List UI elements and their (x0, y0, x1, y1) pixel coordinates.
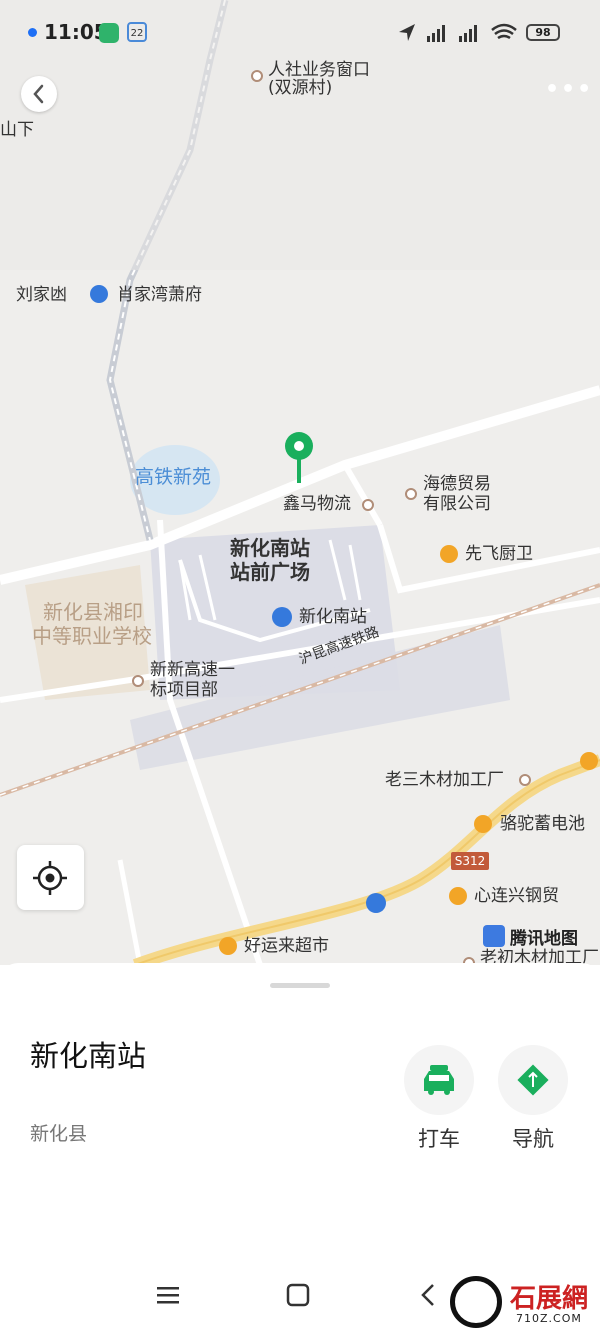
poi-label[interactable]: 老三木材加工厂 (385, 770, 504, 790)
crosshair-icon (33, 861, 67, 895)
calendar-icon: 22 (127, 22, 147, 42)
home-square-icon (286, 1283, 310, 1307)
poi-label[interactable]: 肖家湾萧府 (117, 285, 202, 305)
battery-indicator: 98 (526, 24, 560, 41)
menu-icon (157, 1287, 179, 1304)
poi-label[interactable]: 人社业务窗口 (268, 60, 370, 80)
shop-icon[interactable] (474, 815, 492, 833)
poi-label[interactable]: 鑫马物流 (283, 494, 351, 514)
area-label: 中等职业学校 (32, 624, 152, 648)
poi-label[interactable]: 新化南站 (299, 607, 367, 627)
poi-label[interactable]: 海德贸易 (423, 474, 491, 494)
seal-icon (450, 1276, 502, 1328)
signal-wifi-icons (399, 23, 517, 42)
shop-icon[interactable] (449, 887, 467, 905)
home-icon[interactable] (90, 285, 108, 303)
notification-dot (28, 28, 37, 37)
navigate-button[interactable]: 导航 (496, 1045, 570, 1153)
poi-label[interactable]: 标项目部 (150, 680, 218, 700)
poi-label[interactable]: 新新高速一 (150, 660, 235, 680)
back-arrow-icon (421, 1284, 434, 1306)
poi-label[interactable]: (双源村) (268, 78, 332, 98)
shop-icon[interactable] (219, 937, 237, 955)
place-address: 新化县 (30, 1123, 88, 1145)
road-shield-badge: S312 (451, 852, 489, 870)
shop-icon[interactable] (580, 752, 598, 770)
poi-label[interactable]: 心连兴钢贸 (474, 886, 559, 906)
drag-handle[interactable] (270, 983, 330, 988)
watermark-url: 710Z.COM (516, 1312, 582, 1325)
more-options-button[interactable]: ••• (545, 79, 591, 104)
area-label: 新化县湘印 (43, 600, 143, 624)
place-label: 刘家凼 (16, 285, 67, 305)
poi-marker[interactable] (132, 675, 144, 687)
taxi-icon (404, 1045, 474, 1115)
security-shield-icon (99, 23, 119, 43)
map-brand: 腾讯地图 (510, 929, 578, 949)
poi-marker[interactable] (251, 70, 263, 82)
poi-marker[interactable] (405, 488, 417, 500)
poi-label[interactable]: 骆驼蓄电池 (500, 814, 585, 834)
status-bar: 11:05 22 98 (0, 0, 600, 64)
poi-marker[interactable] (362, 499, 374, 511)
area-label: 高铁新苑 (135, 466, 212, 488)
poi-label[interactable]: 好运来超市 (244, 936, 329, 956)
place-label: 山下 (0, 120, 34, 140)
poi-label[interactable]: 先飞厨卫 (465, 544, 533, 564)
chevron-left-icon (33, 84, 44, 104)
poi-marker[interactable] (519, 774, 531, 786)
back-button[interactable] (21, 76, 57, 112)
taxi-button[interactable]: 打车 (402, 1045, 476, 1153)
my-location-button[interactable] (17, 845, 84, 910)
map-view[interactable]: 11:05 22 98 ••• 人社业务窗口 (双源村) 山下 刘家凼 肖家湾萧… (0, 0, 600, 965)
taxi-label: 打车 (418, 1127, 460, 1151)
poi-label[interactable]: 有限公司 (423, 494, 491, 514)
compass-icon (483, 925, 505, 947)
gas-station-icon[interactable] (366, 893, 386, 913)
watermark-logo: 石展網 710Z.COM (450, 1276, 600, 1333)
navigate-icon (498, 1045, 568, 1115)
area-label: 站前广场 (230, 560, 310, 584)
area-label: 新化南站 (230, 536, 310, 560)
navigate-label: 导航 (512, 1127, 554, 1151)
station-icon[interactable] (272, 607, 292, 627)
place-title: 新化南站 (30, 1039, 147, 1073)
watermark-name: 石展網 (510, 1284, 589, 1314)
shop-icon[interactable] (440, 545, 458, 563)
